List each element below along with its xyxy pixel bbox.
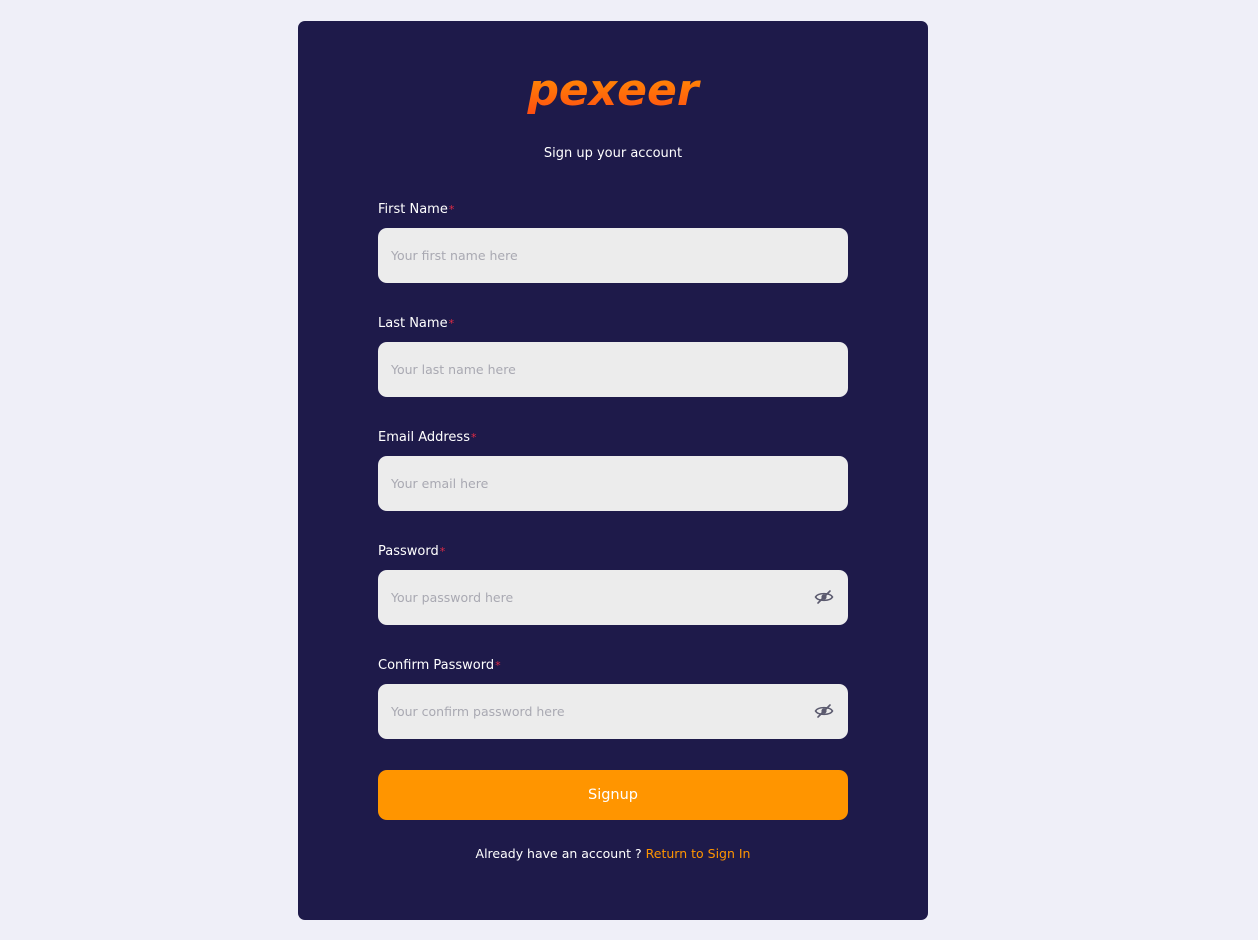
email-label: Email Address* xyxy=(378,429,848,447)
confirm-password-label: Confirm Password* xyxy=(378,657,848,675)
eye-slash-icon[interactable] xyxy=(814,701,834,721)
confirm-password-field: Confirm Password* xyxy=(378,657,848,739)
confirm-password-label-text: Confirm Password xyxy=(378,658,495,673)
last-name-label: Last Name* xyxy=(378,315,848,333)
email-input[interactable] xyxy=(378,456,848,511)
email-label-text: Email Address xyxy=(378,430,470,445)
confirm-password-input-wrap xyxy=(378,684,848,739)
required-mark: * xyxy=(439,545,446,558)
required-mark: * xyxy=(470,431,477,444)
return-to-signin-link[interactable]: Return to Sign In xyxy=(646,846,751,861)
signin-prompt: Already have an account ? Return to Sign… xyxy=(298,846,928,861)
brand-wordmark: pexeer xyxy=(526,65,700,116)
last-name-input[interactable] xyxy=(378,342,848,397)
required-mark: * xyxy=(495,659,501,672)
last-name-label-text: Last Name xyxy=(378,316,448,331)
signup-card: pexeer Sign up your account First Name* … xyxy=(298,21,928,920)
brand-logo: pexeer xyxy=(298,63,928,127)
required-mark: * xyxy=(448,317,455,330)
first-name-label-text: First Name xyxy=(378,202,448,217)
last-name-input-wrap xyxy=(378,342,848,397)
confirm-password-input[interactable] xyxy=(378,684,848,739)
page-subtitle: Sign up your account xyxy=(543,146,683,161)
first-name-label: First Name* xyxy=(378,201,848,219)
password-field: Password* xyxy=(378,543,848,625)
first-name-input-wrap xyxy=(378,228,848,283)
password-label-text: Password xyxy=(378,544,439,559)
first-name-field: First Name* xyxy=(378,201,848,283)
signin-prompt-text: Already have an account ? xyxy=(475,846,642,861)
password-input[interactable] xyxy=(378,570,848,625)
eye-slash-icon[interactable] xyxy=(814,587,834,607)
last-name-field: Last Name* xyxy=(378,315,848,397)
signup-button[interactable]: Signup xyxy=(378,770,848,820)
password-label: Password* xyxy=(378,543,848,561)
password-input-wrap xyxy=(378,570,848,625)
email-field: Email Address* xyxy=(378,429,848,511)
required-mark: * xyxy=(448,203,455,216)
email-input-wrap xyxy=(378,456,848,511)
first-name-input[interactable] xyxy=(378,228,848,283)
brand-logo-mark: pexeer xyxy=(526,65,700,116)
